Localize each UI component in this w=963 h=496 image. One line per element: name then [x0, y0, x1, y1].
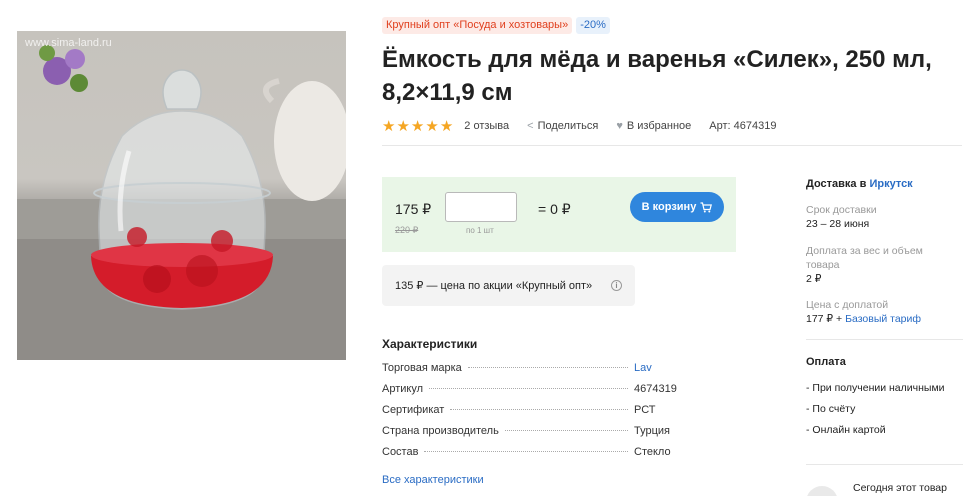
- old-price: 220 ₽: [395, 225, 419, 235]
- spec-row: Состав Стекло: [382, 446, 682, 467]
- buy-box: 175 ₽ 220 ₽ по 1 шт = 0 ₽ В корзину: [382, 177, 736, 252]
- specs-title: Характеристики: [382, 337, 478, 351]
- spec-value-brand-link[interactable]: Lav: [634, 362, 682, 374]
- spec-value: 4674319: [634, 383, 677, 395]
- spec-leader: [450, 409, 628, 410]
- heart-icon: ♥: [616, 120, 623, 132]
- star-icon: ★: [382, 118, 396, 135]
- surcharge-label: Доплата за вес и объем товара: [806, 245, 923, 271]
- delivery-title-prefix: Доставка в: [806, 178, 867, 190]
- promo-badge[interactable]: Крупный опт «Посуда и хозтовары»: [382, 17, 573, 34]
- info-icon[interactable]: i: [611, 280, 622, 291]
- spec-row: Артикул 4674319: [382, 383, 682, 404]
- payment-method: - При получении наличными: [806, 382, 945, 394]
- discount-badge: -20%: [576, 17, 610, 34]
- badges: Крупный опт «Посуда и хозтовары» -20%: [382, 17, 610, 34]
- spec-name: Сертификат: [382, 404, 445, 416]
- specs-list: Торговая марка Lav Артикул 4674319 Серти…: [382, 362, 682, 467]
- cart-label: В корзину: [641, 201, 697, 213]
- price: 175 ₽: [395, 201, 432, 217]
- cart-icon: [700, 201, 713, 212]
- spec-name: Страна производитель: [382, 425, 499, 437]
- per-unit-note: по 1 шт: [466, 226, 494, 235]
- image-watermark: www.sima-land.ru: [25, 37, 112, 49]
- star-icon: ★: [425, 118, 439, 135]
- add-to-cart-button[interactable]: В корзину: [630, 192, 724, 222]
- product-photo[interactable]: www.sima-land.ru: [17, 31, 346, 360]
- teapot-right: [274, 81, 346, 201]
- article-number: Арт: 4674319: [709, 120, 777, 132]
- spec-row: Сертификат РСТ: [382, 404, 682, 425]
- price-with-surcharge-label: Цена с доплатой: [806, 299, 889, 311]
- product-meta: ★ ★ ★ ★ ★ 2 отзыва < Поделиться ♥ В избр…: [382, 117, 777, 135]
- spec-value: Турция: [634, 425, 670, 437]
- spec-leader: [467, 367, 628, 368]
- payment-method: - Онлайн картой: [806, 424, 886, 436]
- quantity-input[interactable]: [445, 192, 517, 222]
- total-price: = 0 ₽: [538, 201, 571, 217]
- star-icon: ★: [396, 118, 410, 135]
- spec-name: Артикул: [382, 383, 424, 395]
- delivery-term-label: Срок доставки: [806, 204, 877, 216]
- spec-value: РСТ: [634, 404, 656, 416]
- promo-price-note: 135 ₽ — цена по акции «Крупный опт» i: [382, 265, 635, 306]
- divider: [806, 339, 963, 340]
- promo-price-text: 135 ₽ — цена по акции «Крупный опт»: [395, 280, 593, 292]
- star-icon: ★: [410, 118, 425, 135]
- avatar: [806, 486, 838, 496]
- product-title: Ёмкость для мёда и варенья «Силек», 250 …: [382, 46, 932, 106]
- surcharge-value: 2 ₽: [806, 273, 822, 285]
- spec-row: Страна производитель Турция: [382, 425, 682, 446]
- delivery-city-link[interactable]: Иркутск: [869, 178, 912, 190]
- spec-leader: [424, 451, 628, 452]
- delivery-title: Доставка в Иркутск: [806, 178, 913, 190]
- payment-title: Оплата: [806, 356, 846, 368]
- payment-method: - По счёту: [806, 403, 856, 415]
- spec-name: Состав: [382, 446, 419, 458]
- all-specs-link[interactable]: Все характеристики: [382, 474, 484, 486]
- favorite-button[interactable]: ♥ В избранное: [616, 120, 691, 132]
- tariff-link[interactable]: Базовый тариф: [845, 313, 921, 325]
- share-label: Поделиться: [537, 120, 599, 132]
- divider: [806, 464, 963, 465]
- share-button[interactable]: < Поделиться: [527, 120, 598, 132]
- rating-stars[interactable]: ★ ★ ★ ★ ★: [382, 117, 453, 135]
- spec-row: Торговая марка Lav: [382, 362, 682, 383]
- spec-value: Стекло: [634, 446, 671, 458]
- price-with-surcharge: 177 ₽ + Базовый тариф: [806, 312, 921, 326]
- price-with-surcharge-value: 177 ₽ +: [806, 313, 843, 325]
- favorite-label: В избранное: [626, 120, 692, 132]
- delivery-term-value: 23 – 28 июня: [806, 218, 870, 230]
- dome-knob: [162, 69, 202, 110]
- today-note: Сегодня этот товар: [853, 482, 947, 494]
- star-icon: ★: [439, 118, 454, 135]
- jar-illustration: [17, 45, 346, 360]
- reviews-link[interactable]: 2 отзыва: [464, 120, 509, 132]
- spec-leader: [429, 388, 628, 389]
- share-icon: <: [527, 120, 534, 132]
- spec-leader: [504, 430, 628, 431]
- spec-name: Торговая марка: [382, 362, 462, 374]
- divider: [382, 145, 962, 146]
